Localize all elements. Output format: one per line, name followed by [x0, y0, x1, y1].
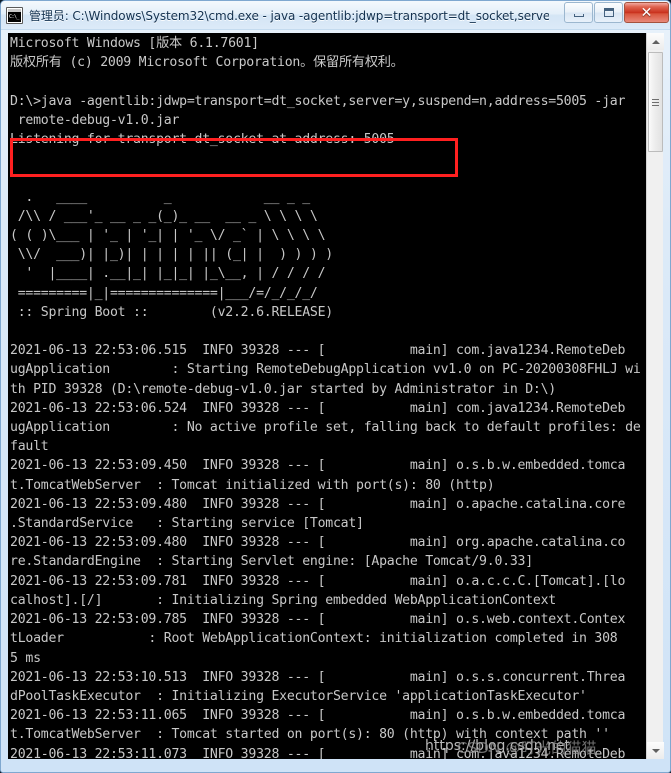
scroll-up-button[interactable] — [647, 33, 664, 50]
scroll-down-button[interactable] — [647, 742, 664, 759]
scrollbar-thumb[interactable] — [648, 52, 663, 152]
close-button[interactable]: ✕ — [624, 2, 669, 23]
console-text: Microsoft Windows [版本 6.1.7601] 版权所有 (c)… — [10, 36, 641, 759]
cmd-window: 管理员: C:\Windows\System32\cmd.exe - java … — [0, 0, 671, 773]
chevron-down-icon — [651, 748, 660, 753]
grip-icon — [652, 98, 659, 106]
vertical-scrollbar[interactable] — [646, 33, 664, 759]
minimize-icon — [573, 13, 584, 17]
window-title: 管理员: C:\Windows\System32\cmd.exe - java … — [29, 8, 549, 23]
minimize-button[interactable] — [564, 2, 593, 23]
console-output-area[interactable]: Microsoft Windows [版本 6.1.7601] 版权所有 (c)… — [8, 33, 648, 759]
chevron-up-icon — [651, 39, 660, 44]
maximize-icon — [603, 8, 614, 17]
titlebar[interactable]: 管理员: C:\Windows\System32\cmd.exe - java … — [1, 1, 670, 30]
maximize-button[interactable] — [594, 2, 623, 23]
window-controls: ✕ — [564, 2, 669, 23]
cmd-icon — [6, 6, 23, 24]
